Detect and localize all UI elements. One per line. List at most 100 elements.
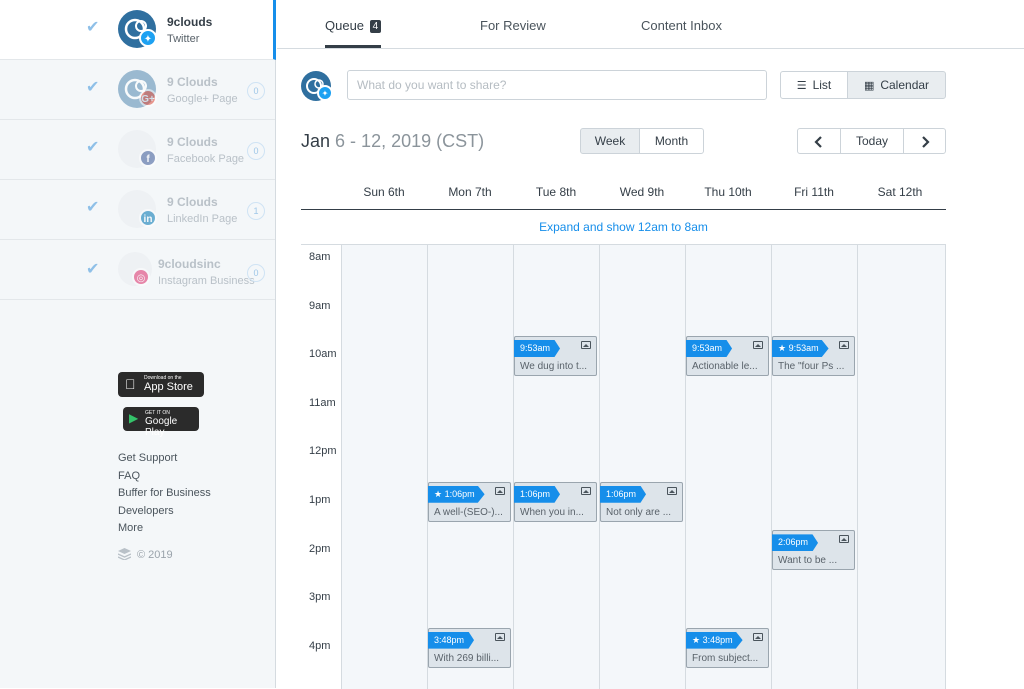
day-column-fri[interactable] xyxy=(771,245,857,689)
footer-link-business[interactable]: Buffer for Business xyxy=(118,487,211,499)
twitter-icon: ✦ xyxy=(139,29,157,47)
profile-row-linkedin[interactable]: ✔ in 9 Clouds LinkedIn Page 1 xyxy=(0,180,275,240)
post-time: 3:48pm xyxy=(434,634,465,645)
tab-queue[interactable]: Queue 4 xyxy=(325,18,382,33)
post-time-tag: ★ 1:06pm xyxy=(428,485,485,503)
scheduled-post[interactable]: 1:06pm Not only are ... xyxy=(600,481,683,522)
day-header-fri: Fri 11th xyxy=(794,185,834,199)
queue-count-bubble: 0 xyxy=(247,82,265,100)
profile-name: 9 Clouds xyxy=(167,75,218,89)
profile-type: Facebook Page xyxy=(167,153,245,165)
list-icon: ☰ xyxy=(796,80,807,92)
day-header-sun: Sun 6th xyxy=(363,185,405,199)
image-icon xyxy=(495,632,505,641)
checkmark-icon[interactable]: ✔ xyxy=(86,262,102,278)
star-icon: ★ xyxy=(778,343,789,353)
day-column-sun[interactable] xyxy=(341,245,427,689)
scheduled-post[interactable]: 9:53am Actionable le... xyxy=(686,336,769,376)
hour-label: 10am xyxy=(309,348,337,361)
scheduled-post[interactable]: 9:53am We dug into t... xyxy=(514,336,597,376)
week-button[interactable]: Week xyxy=(580,128,640,154)
footer-link-more[interactable]: More xyxy=(118,522,143,534)
apple-icon:  xyxy=(125,376,136,392)
hour-label: 3pm xyxy=(309,591,331,604)
today-button[interactable]: Today xyxy=(840,128,904,154)
queue-count-bubble: 1 xyxy=(247,202,265,220)
day-header-wed: Wed 9th xyxy=(619,185,665,199)
google-plus-icon: G+ xyxy=(139,89,157,107)
queue-count-bubble: 0 xyxy=(247,264,265,282)
day-column-thu[interactable] xyxy=(685,245,771,689)
profile-type: LinkedIn Page xyxy=(167,213,238,225)
active-tab-indicator xyxy=(325,45,381,48)
expand-hours-link[interactable]: Expand and show 12am to 8am xyxy=(301,220,946,234)
day-column-tue[interactable] xyxy=(513,245,599,689)
scheduled-post[interactable]: ★ 9:53am The "four Ps ... xyxy=(772,336,855,376)
share-input[interactable] xyxy=(347,70,767,100)
top-tabs: Queue 4 For Review Content Inbox xyxy=(277,0,1024,49)
footer-link-support[interactable]: Get Support xyxy=(118,452,177,464)
month-button[interactable]: Month xyxy=(639,128,704,154)
scheduled-post[interactable]: ★ 3:48pm From subject... xyxy=(686,627,769,668)
post-time: 9:53am xyxy=(692,343,723,353)
post-time-tag: 1:06pm xyxy=(600,485,647,503)
post-time-tag: ★ 9:53am xyxy=(772,340,829,357)
image-icon xyxy=(839,535,849,544)
scheduled-post[interactable]: 2:06pm Want to be ... xyxy=(772,530,855,571)
profile-row-google-plus[interactable]: ✔ G+ 9 Clouds Google+ Page 0 xyxy=(0,60,275,120)
buffer-logo-icon xyxy=(117,547,132,561)
google-play-button[interactable]: ▶ GET IT ON Google Play xyxy=(123,407,199,438)
post-time: 9:53am xyxy=(788,343,819,353)
post-preview-text: With 269 billi... xyxy=(434,652,500,664)
google-play-icon: ▶ xyxy=(129,411,139,425)
star-icon: ★ xyxy=(434,488,445,499)
checkmark-icon[interactable]: ✔ xyxy=(86,80,102,96)
post-time: 1:06pm xyxy=(444,488,475,499)
calendar-icon: ▦ xyxy=(863,80,875,92)
post-time-tag: 1:06pm xyxy=(514,485,561,503)
profile-row-instagram[interactable]: ✔ ◎ 9cloudsinc Instagram Business 0 xyxy=(0,240,275,300)
tab-for-review[interactable]: For Review xyxy=(480,18,546,33)
scheduled-post[interactable]: ★ 1:06pm A well-(SEO-)... xyxy=(428,481,511,522)
profile-row-facebook[interactable]: ✔ f 9 Clouds Facebook Page 0 xyxy=(0,120,275,180)
post-time: 9:53am xyxy=(520,343,551,353)
footer-link-faq[interactable]: FAQ xyxy=(118,470,140,482)
hour-label: 2pm xyxy=(309,542,331,555)
post-time: 1:06pm xyxy=(606,488,637,499)
post-preview-text: From subject... xyxy=(692,652,759,664)
tab-content-inbox[interactable]: Content Inbox xyxy=(641,18,722,33)
profile-name: 9 Clouds xyxy=(167,135,218,149)
post-time: 1:06pm xyxy=(520,488,551,499)
day-column-wed[interactable] xyxy=(599,245,685,689)
day-column-mon[interactable] xyxy=(427,245,513,689)
post-time-tag: ★ 3:48pm xyxy=(686,631,743,649)
sidebar: ✔ ✦ 9clouds Twitter ✔ G+ 9 Clouds Google+ Page 0… xyxy=(0,0,276,688)
footer-link-developers[interactable]: Developers xyxy=(118,505,174,517)
list-view-label: List xyxy=(812,78,832,92)
queue-count-bubble: 0 xyxy=(247,142,265,160)
checkmark-icon[interactable]: ✔ xyxy=(86,200,102,216)
app-store-button[interactable]:  Download on the App Store xyxy=(118,372,204,397)
day-header-tue: Tue 8th xyxy=(535,185,577,199)
hour-label: 8am xyxy=(309,251,331,263)
tab-queue-label: Queue xyxy=(325,18,365,33)
post-time: 2:06pm xyxy=(778,537,809,548)
list-view-button[interactable]: ☰ List xyxy=(780,71,848,99)
instagram-icon: ◎ xyxy=(132,268,150,286)
checkmark-icon[interactable]: ✔ xyxy=(86,140,102,156)
next-week-button[interactable] xyxy=(903,128,946,154)
profile-name: 9 Clouds xyxy=(167,195,218,209)
scheduled-post[interactable]: 1:06pm When you in... xyxy=(514,481,597,522)
post-time-tag: 3:48pm xyxy=(428,631,475,649)
scheduled-post[interactable]: 3:48pm With 269 billi... xyxy=(428,627,511,668)
checkmark-icon[interactable]: ✔ xyxy=(86,20,102,36)
calendar-view-button[interactable]: ▦ Calendar xyxy=(847,71,946,99)
post-preview-text: Want to be ... xyxy=(778,555,838,567)
previous-week-button[interactable] xyxy=(797,128,841,154)
queue-count-badge: 4 xyxy=(369,20,382,33)
profile-row-twitter[interactable]: ✔ ✦ 9clouds Twitter xyxy=(0,0,276,60)
date-range-month: Jan xyxy=(301,131,331,151)
google-play-label: Google Play xyxy=(145,416,178,438)
day-column-sat[interactable] xyxy=(857,245,946,689)
profile-type: Instagram Business xyxy=(158,275,255,287)
